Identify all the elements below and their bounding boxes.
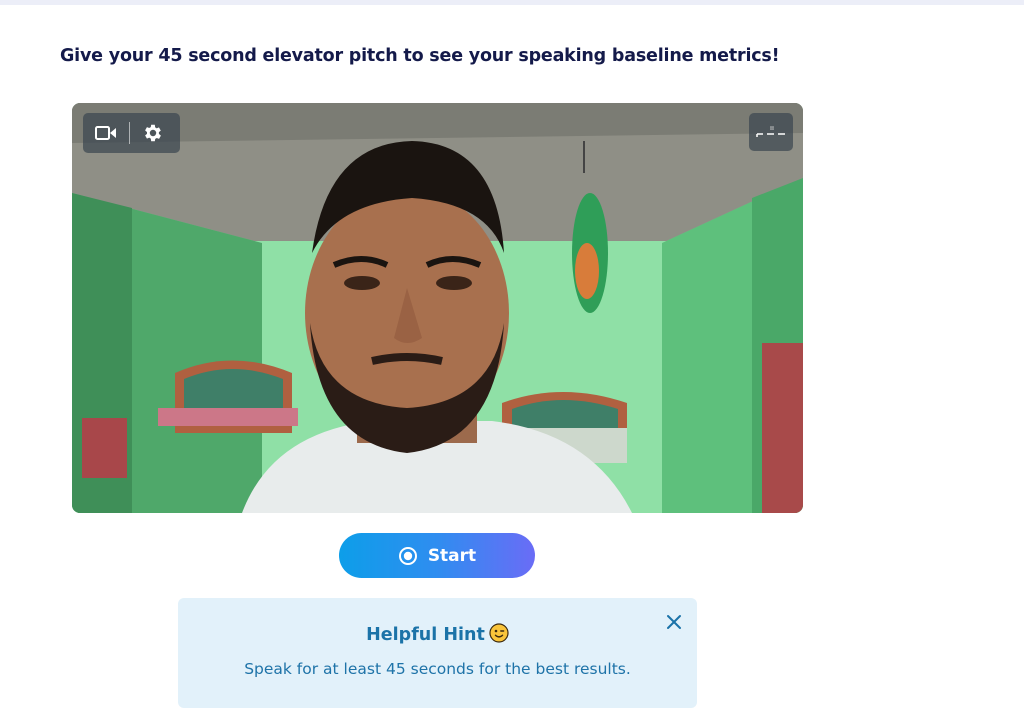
record-circle-icon — [398, 546, 417, 565]
top-bar — [0, 0, 1024, 5]
camera-controls — [83, 113, 180, 153]
webcam-feed-image — [72, 103, 803, 513]
start-recording-button[interactable]: Start — [339, 533, 535, 578]
fullscreen-button[interactable] — [749, 113, 793, 151]
camera-toggle-button[interactable] — [83, 113, 129, 153]
page-title: Give your 45 second elevator pitch to se… — [60, 46, 780, 66]
hint-close-button[interactable] — [665, 613, 683, 631]
gear-icon — [145, 124, 161, 142]
video-camera-icon — [95, 126, 116, 140]
webcam-preview — [72, 103, 803, 513]
start-button-label: Start — [427, 545, 477, 566]
winking-face-icon — [489, 623, 509, 648]
camera-settings-button[interactable] — [130, 113, 176, 153]
fullscreen-icon — [756, 126, 785, 137]
close-icon — [667, 615, 681, 629]
hint-title: Helpful Hint — [178, 623, 697, 648]
helpful-hint-panel: Helpful Hint Speak for at least 45 secon… — [178, 598, 697, 708]
hint-message: Speak for at least 45 seconds for the be… — [244, 660, 631, 678]
hint-title-text: Helpful Hint — [366, 625, 485, 645]
